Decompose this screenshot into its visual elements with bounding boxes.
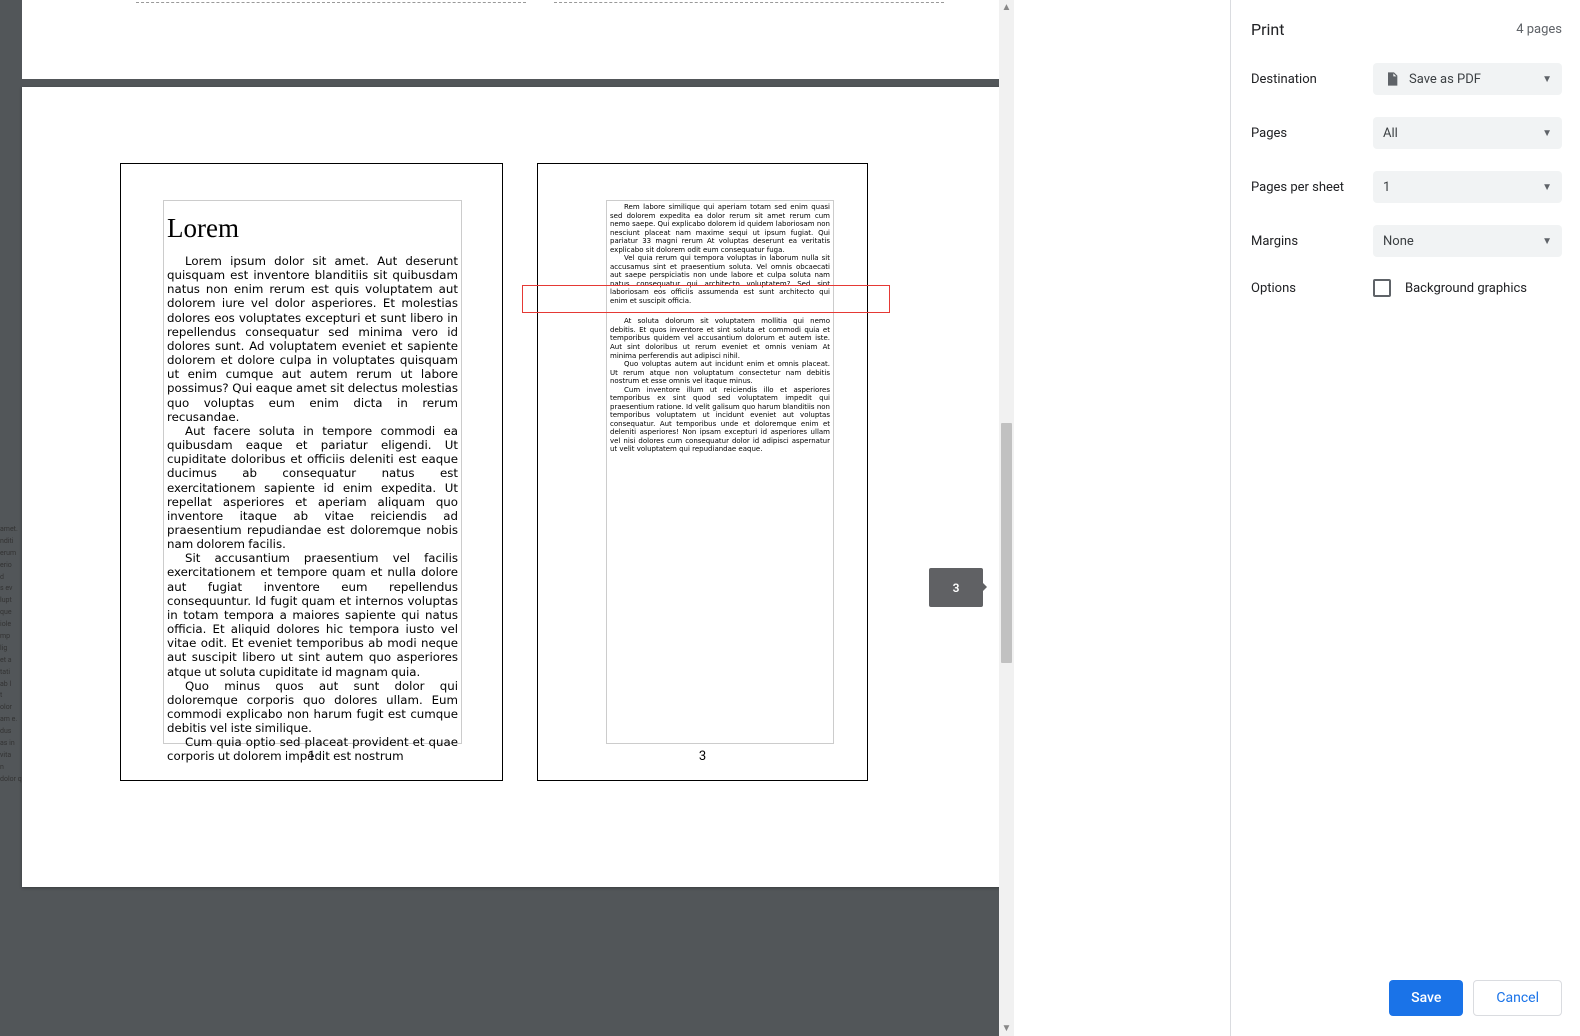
- sidebar-title: Print: [1251, 20, 1284, 39]
- preview-area: Lorem Lorem ipsum dolor sit amet. Aut de…: [0, 0, 1014, 1036]
- chevron-down-icon: ▼: [1542, 236, 1552, 247]
- pages-value: All: [1383, 126, 1398, 141]
- label-destination: Destination: [1251, 72, 1373, 87]
- row-options: Options Background graphics: [1251, 279, 1562, 297]
- page-indicator-tooltip: 3: [929, 568, 983, 607]
- row-pages-per-sheet: Pages per sheet 1 ▼: [1251, 171, 1562, 203]
- destination-dropdown[interactable]: Save as PDF ▼: [1373, 63, 1562, 95]
- background-document-text: amet. nditi erum erio d s ev lupt que io…: [0, 524, 22, 786]
- print-sheet: Lorem Lorem ipsum dolor sit amet. Aut de…: [22, 87, 1012, 887]
- page-count: 4 pages: [1516, 22, 1562, 37]
- margins-dropdown[interactable]: None ▼: [1373, 225, 1562, 257]
- scroll-down-icon[interactable]: ▼: [999, 1021, 1014, 1036]
- scrollbar-thumb[interactable]: [1001, 423, 1012, 663]
- print-sidebar: Print 4 pages Destination Save as PDF ▼ …: [1230, 0, 1580, 1036]
- chevron-down-icon: ▼: [1542, 128, 1552, 139]
- label-margins: Margins: [1251, 234, 1373, 249]
- cancel-button[interactable]: Cancel: [1473, 980, 1562, 1016]
- text-frame: Lorem Lorem ipsum dolor sit amet. Aut de…: [163, 200, 462, 744]
- label-options: Options: [1251, 281, 1373, 296]
- preview-page-3: Rem labore similique qui aperiam totam s…: [537, 163, 868, 781]
- margins-value: None: [1383, 234, 1414, 249]
- row-destination: Destination Save as PDF ▼: [1251, 63, 1562, 95]
- sidebar-buttons: Save Cancel: [1251, 980, 1562, 1020]
- pdf-icon: [1383, 70, 1401, 88]
- pages-per-sheet-value: 1: [1383, 180, 1390, 195]
- previous-sheet-bottom: [22, 0, 1012, 79]
- scrollbar-vertical[interactable]: ▲ ▼: [999, 0, 1014, 1036]
- pages-per-sheet-dropdown[interactable]: 1 ▼: [1373, 171, 1562, 203]
- page-number: 3: [538, 749, 867, 764]
- chevron-down-icon: ▼: [1542, 182, 1552, 193]
- label-pages: Pages: [1251, 126, 1373, 141]
- sidebar-header: Print 4 pages: [1251, 20, 1562, 39]
- document-title: Lorem: [167, 213, 458, 244]
- dashed-guide: [554, 2, 944, 3]
- label-pages-per-sheet: Pages per sheet: [1251, 180, 1373, 195]
- text-frame: Rem labore similique qui aperiam totam s…: [606, 200, 834, 744]
- save-button[interactable]: Save: [1389, 980, 1463, 1016]
- preview-page-1: Lorem Lorem ipsum dolor sit amet. Aut de…: [120, 163, 503, 781]
- page-number: 1: [121, 749, 502, 764]
- pages-dropdown[interactable]: All ▼: [1373, 117, 1562, 149]
- destination-value: Save as PDF: [1409, 72, 1481, 87]
- row-margins: Margins None ▼: [1251, 225, 1562, 257]
- dashed-guide: [136, 2, 526, 3]
- chevron-down-icon: ▼: [1542, 74, 1552, 85]
- background-graphics-checkbox[interactable]: [1373, 279, 1391, 297]
- row-pages: Pages All ▼: [1251, 117, 1562, 149]
- scroll-up-icon[interactable]: ▲: [999, 0, 1014, 15]
- background-graphics-label: Background graphics: [1405, 281, 1527, 296]
